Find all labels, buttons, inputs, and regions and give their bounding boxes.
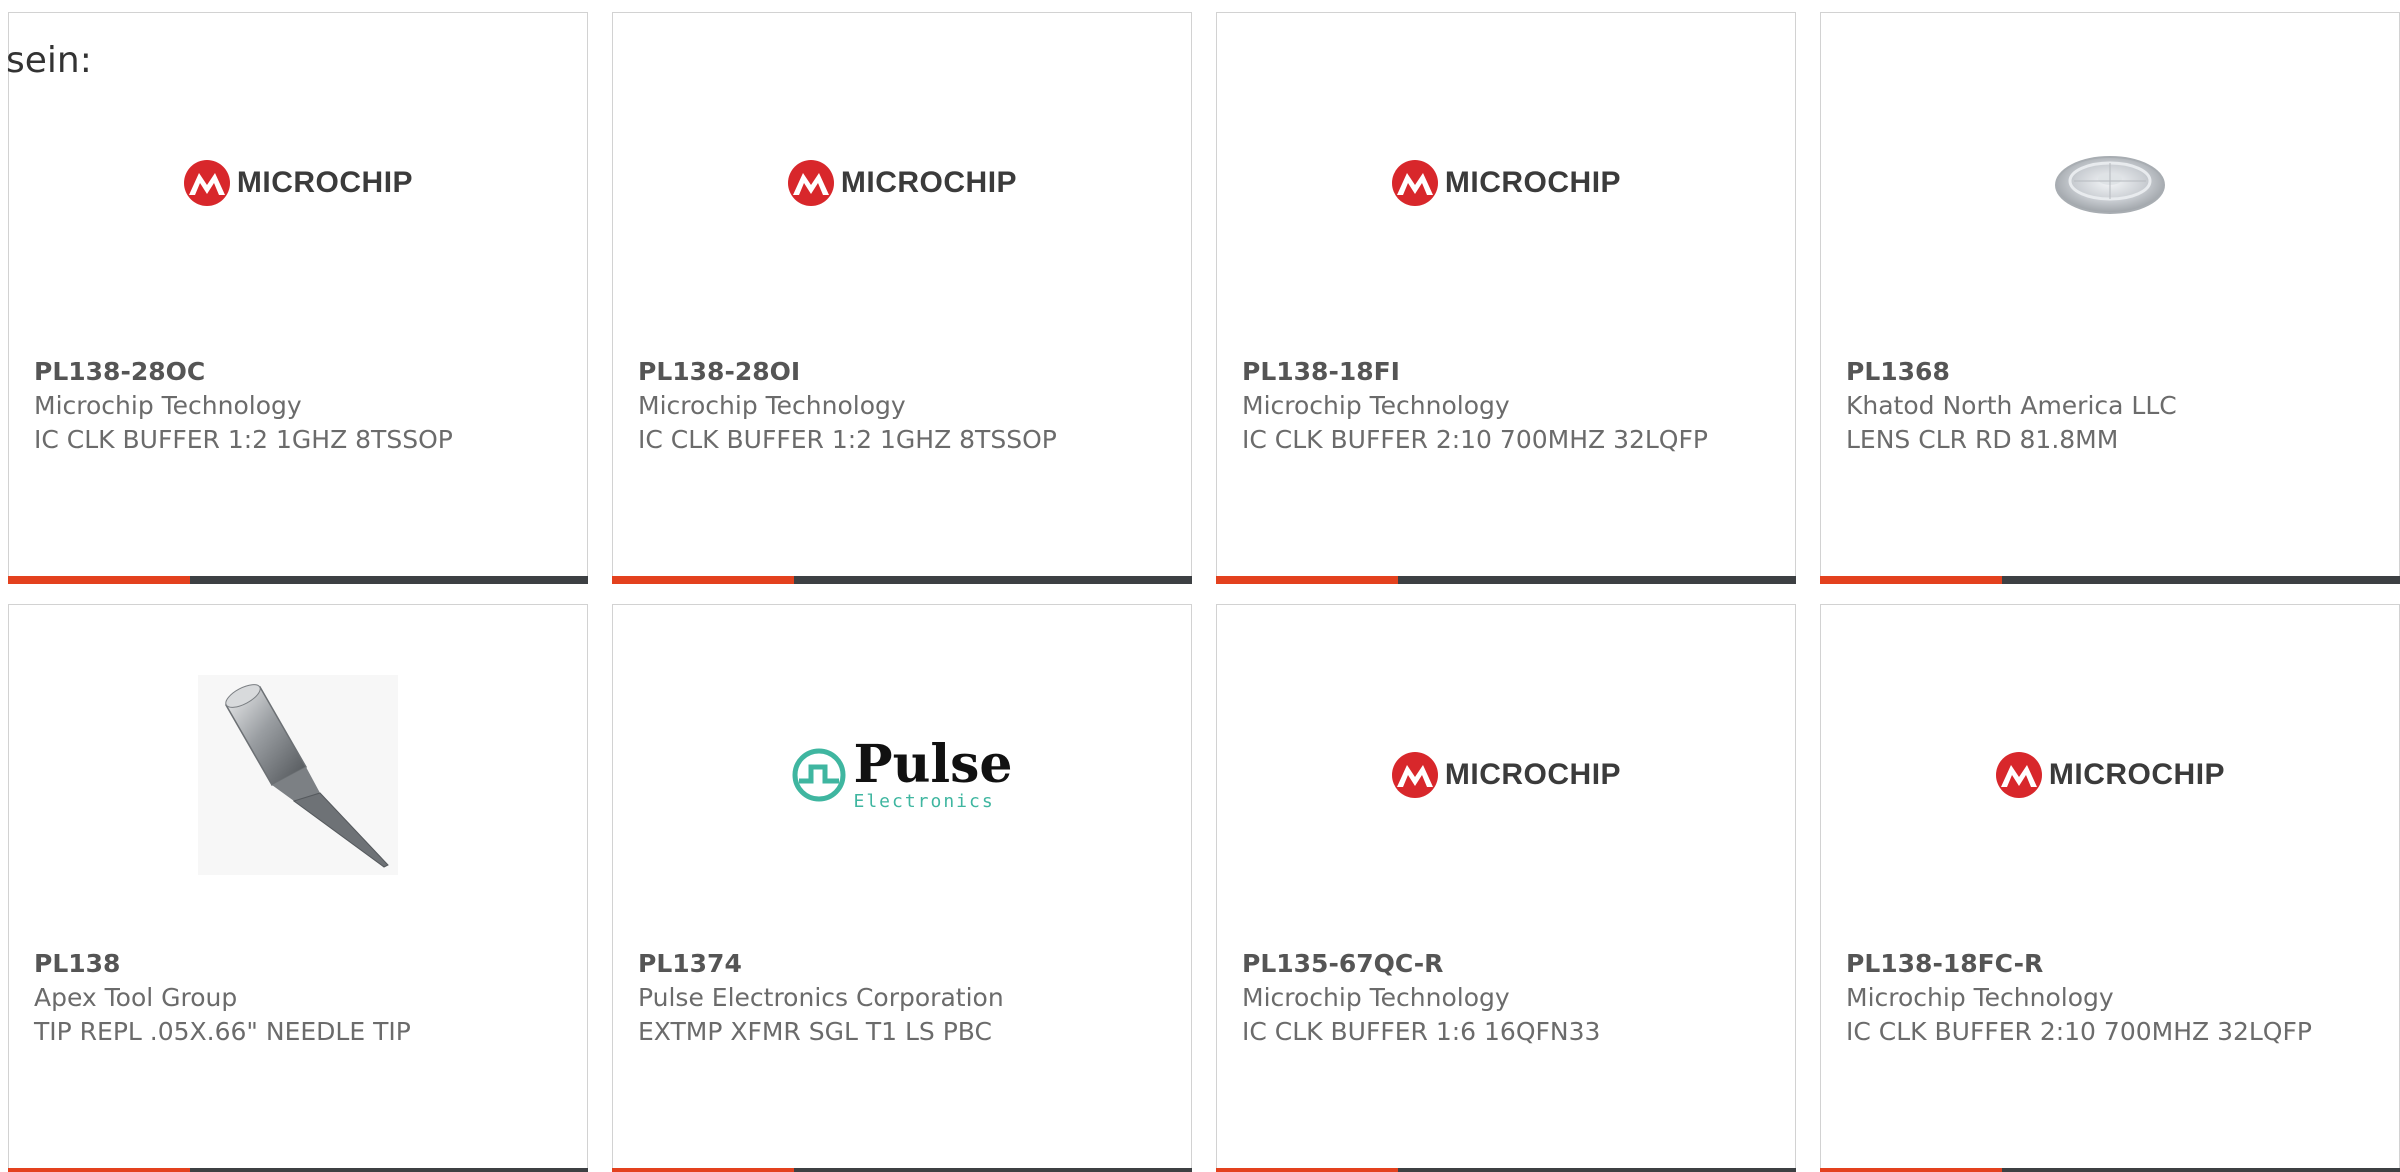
product-card[interactable]: Pulse Electronics PL1374 Pulse Electroni… xyxy=(612,604,1192,1172)
description: IC CLK BUFFER 2:10 700MHZ 32LQFP xyxy=(1846,1017,2312,1046)
product-info: PL138-18FC-R Microchip Technology IC CLK… xyxy=(1846,947,2366,1049)
lens-icon xyxy=(2055,156,2165,214)
product-image[interactable]: Pulse Electronics xyxy=(613,645,1191,905)
product-info: PL135-67QC-R Microchip Technology IC CLK… xyxy=(1242,947,1762,1049)
pulse-sub-wordmark: Electronics xyxy=(853,791,995,812)
card-accent-bar xyxy=(1216,1168,1796,1172)
product-image[interactable]: MICROCHIP xyxy=(1217,645,1795,905)
part-number[interactable]: PL1374 xyxy=(638,947,1158,981)
microchip-emblem-icon xyxy=(1391,160,1438,206)
product-card[interactable]: PL138 Apex Tool Group TIP REPL .05X.66" … xyxy=(8,604,588,1172)
part-number[interactable]: PL135-67QC-R xyxy=(1242,947,1762,981)
part-number[interactable]: PL138-18FC-R xyxy=(1846,947,2366,981)
microchip-wordmark: MICROCHIP xyxy=(1444,166,1622,199)
microchip-emblem-icon xyxy=(183,160,230,206)
microchip-emblem-icon xyxy=(1391,752,1438,798)
product-card[interactable]: MICROCHIP PL138-18FI Microchip Technolog… xyxy=(1216,12,1796,584)
part-number[interactable]: PL138-18FI xyxy=(1242,355,1762,389)
microchip-logo: MICROCHIP xyxy=(1391,159,1621,207)
product-card[interactable]: MICROCHIP PL135-67QC-R Microchip Technol… xyxy=(1216,604,1796,1172)
product-image[interactable] xyxy=(1821,53,2399,313)
description: EXTMP XFMR SGL T1 LS PBC xyxy=(638,1017,992,1046)
card-accent-bar xyxy=(8,1168,588,1172)
part-number[interactable]: PL1368 xyxy=(1846,355,2366,389)
product-card[interactable]: PL1368 Khatod North America LLC LENS CLR… xyxy=(1820,12,2400,584)
product-image[interactable]: MICROCHIP xyxy=(1821,645,2399,905)
pulse-logo: Pulse Electronics xyxy=(791,734,1013,812)
manufacturer: Microchip Technology xyxy=(1242,983,1510,1012)
intro-text: sein: xyxy=(6,40,92,81)
product-info: PL138 Apex Tool Group TIP REPL .05X.66" … xyxy=(34,947,554,1049)
manufacturer: Khatod North America LLC xyxy=(1846,391,2177,420)
product-info: PL1374 Pulse Electronics Corporation EXT… xyxy=(638,947,1158,1049)
product-grid-page: sein: MICROCHIP PL138-28OC Microchip Tec… xyxy=(0,0,2400,1172)
microchip-wordmark: MICROCHIP xyxy=(840,166,1018,199)
product-info: PL138-18FI Microchip Technology IC CLK B… xyxy=(1242,355,1762,457)
microchip-wordmark: MICROCHIP xyxy=(1444,758,1622,791)
part-number[interactable]: PL138 xyxy=(34,947,554,981)
product-card[interactable]: MICROCHIP PL138-28OC Microchip Technolog… xyxy=(8,12,588,584)
card-accent-bar xyxy=(1820,1168,2400,1172)
product-grid: MICROCHIP PL138-28OC Microchip Technolog… xyxy=(8,12,2400,1172)
manufacturer: Apex Tool Group xyxy=(34,983,238,1012)
description: IC CLK BUFFER 1:2 1GHZ 8TSSOP xyxy=(638,425,1057,454)
microchip-logo: MICROCHIP xyxy=(1995,751,2225,799)
microchip-wordmark: MICROCHIP xyxy=(2048,758,2226,791)
card-accent-bar xyxy=(8,576,588,584)
product-info: PL138-28OI Microchip Technology IC CLK B… xyxy=(638,355,1158,457)
product-image[interactable]: MICROCHIP xyxy=(1217,53,1795,313)
manufacturer: Microchip Technology xyxy=(1242,391,1510,420)
description: IC CLK BUFFER 1:6 16QFN33 xyxy=(1242,1017,1601,1046)
pulse-wordmark: Pulse xyxy=(853,734,1013,795)
manufacturer: Microchip Technology xyxy=(34,391,302,420)
microchip-logo: MICROCHIP xyxy=(787,159,1017,207)
product-info: PL1368 Khatod North America LLC LENS CLR… xyxy=(1846,355,2366,457)
card-accent-bar xyxy=(612,1168,1192,1172)
product-image[interactable]: MICROCHIP xyxy=(613,53,1191,313)
description: IC CLK BUFFER 2:10 700MHZ 32LQFP xyxy=(1242,425,1708,454)
product-card[interactable]: MICROCHIP PL138-18FC-R Microchip Technol… xyxy=(1820,604,2400,1172)
card-accent-bar xyxy=(612,576,1192,584)
microchip-logo: MICROCHIP xyxy=(1391,751,1621,799)
manufacturer: Microchip Technology xyxy=(1846,983,2114,1012)
product-image[interactable]: MICROCHIP xyxy=(9,53,587,313)
microchip-emblem-icon xyxy=(1995,752,2042,798)
product-card[interactable]: MICROCHIP PL138-28OI Microchip Technolog… xyxy=(612,12,1192,584)
product-info: PL138-28OC Microchip Technology IC CLK B… xyxy=(34,355,554,457)
description: TIP REPL .05X.66" NEEDLE TIP xyxy=(34,1017,411,1046)
product-image[interactable] xyxy=(9,645,587,905)
microchip-logo: MICROCHIP xyxy=(183,159,413,207)
microchip-emblem-icon xyxy=(787,160,834,206)
part-number[interactable]: PL138-28OI xyxy=(638,355,1158,389)
description: IC CLK BUFFER 1:2 1GHZ 8TSSOP xyxy=(34,425,453,454)
microchip-wordmark: MICROCHIP xyxy=(236,166,414,199)
manufacturer: Microchip Technology xyxy=(638,391,906,420)
card-accent-bar xyxy=(1820,576,2400,584)
needle-tip-icon xyxy=(198,675,398,875)
manufacturer: Pulse Electronics Corporation xyxy=(638,983,1004,1012)
description: LENS CLR RD 81.8MM xyxy=(1846,425,2119,454)
pulse-emblem-icon xyxy=(792,748,846,802)
card-accent-bar xyxy=(1216,576,1796,584)
part-number[interactable]: PL138-28OC xyxy=(34,355,554,389)
